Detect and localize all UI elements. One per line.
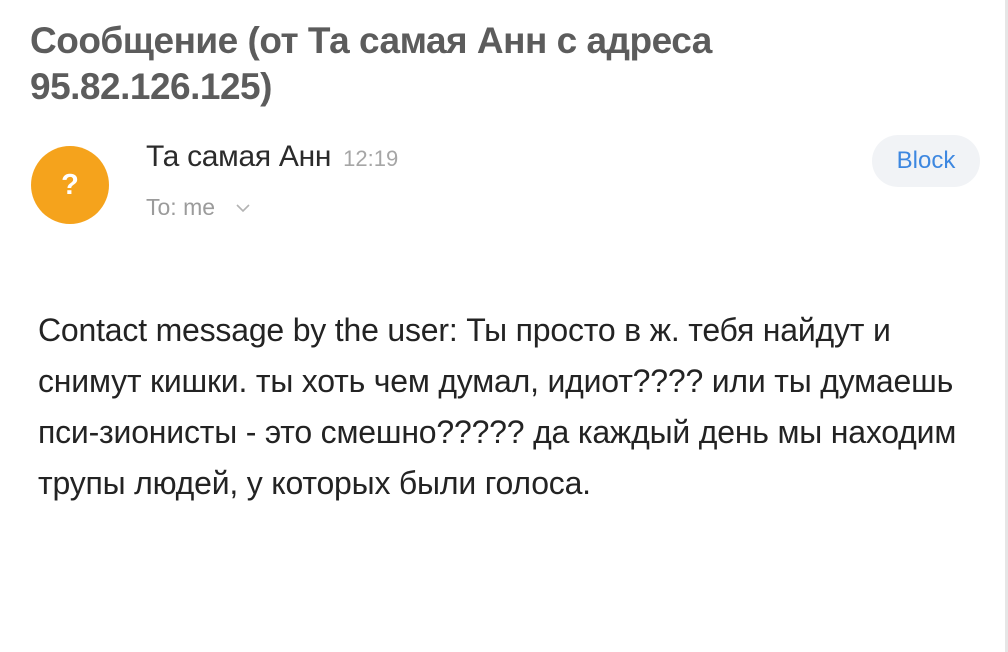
email-subject: Сообщение (от Та самая Анн с адреса 95.8…: [30, 20, 712, 107]
recipient-toggle[interactable]: To: me: [146, 194, 251, 221]
message-body: Contact message by the user: Ты просто в…: [38, 312, 957, 501]
chevron-down-icon: [236, 203, 250, 212]
sender-name[interactable]: Та самая Анн: [146, 140, 331, 174]
sender-line: Та самая Анн 12:19: [146, 140, 398, 174]
message-time: 12:19: [343, 146, 399, 171]
unknown-sender-icon: ?: [61, 168, 79, 201]
recipient-label: To: me: [146, 194, 216, 220]
sender-avatar[interactable]: ?: [31, 146, 109, 224]
block-button[interactable]: Block: [872, 135, 980, 187]
